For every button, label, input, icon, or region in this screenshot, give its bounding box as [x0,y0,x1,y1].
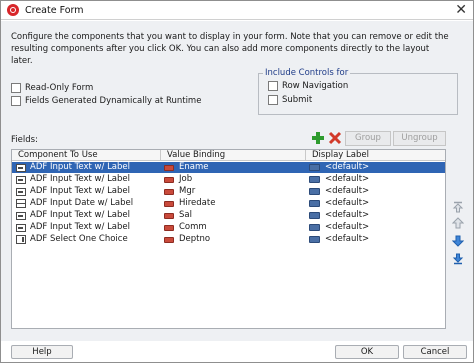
app-logo-icon [7,4,19,16]
component-cell: ADF Select One Choice [30,234,128,244]
display-label-cell: <default> [325,210,370,220]
column-header-component[interactable]: Component To Use [12,150,161,161]
ok-button[interactable]: OK [335,345,399,359]
display-label-cell: <default> [325,162,370,172]
input-text-icon [16,211,26,220]
table-row[interactable]: ADF Input Text w/ Label Ename <default> [12,162,445,173]
component-cell: ADF Input Text w/ Label [30,210,131,220]
table-row[interactable]: ADF Input Text w/ Label Sal <default> [12,210,445,221]
binding-cell: Job [179,174,193,184]
dialog-content: Configure the components that you want t… [1,21,473,341]
component-cell: ADF Input Text w/ Label [30,162,131,172]
help-button[interactable]: Help [11,345,73,359]
binding-cell: Deptno [179,234,211,244]
binding-cell: Hiredate [179,198,216,208]
read-only-option[interactable]: Read-Only Form [11,83,93,93]
table-row[interactable]: ADF Input Text w/ Label Mgr <default> [12,186,445,197]
label-icon [309,164,320,171]
dynamic-fields-checkbox[interactable] [11,96,21,106]
label-icon [309,176,320,183]
submit-checkbox[interactable] [268,95,278,105]
submit-label: Submit [282,95,313,105]
create-form-dialog: Create Form ✕ Configure the components t… [0,0,474,363]
move-up-icon[interactable] [452,217,464,229]
column-header-display-label[interactable]: Display Label [306,150,445,161]
component-cell: ADF Input Text w/ Label [30,174,131,184]
label-icon [309,188,320,195]
window-title: Create Form [25,5,84,16]
input-text-icon [16,223,26,232]
close-icon[interactable]: ✕ [455,2,467,18]
table-row[interactable]: ADF Select One Choice Deptno <default> [12,234,445,245]
label-icon [309,200,320,207]
include-controls-legend: Include Controls for [263,68,351,78]
move-to-top-icon[interactable] [452,201,464,213]
row-navigation-checkbox[interactable] [268,81,278,91]
fields-label: Fields: [11,135,38,145]
read-only-label: Read-Only Form [25,83,94,93]
title-bar: Create Form ✕ [1,1,473,20]
dynamic-fields-label: Fields Generated Dynamically at Runtime [25,96,202,106]
display-label-cell: <default> [325,198,370,208]
table-row[interactable]: ADF Input Date w/ Label Hiredate <defaul… [12,198,445,209]
dynamic-fields-option[interactable]: Fields Generated Dynamically at Runtime [11,96,201,106]
binding-icon [164,188,174,195]
ungroup-button[interactable]: Ungroup [393,131,446,146]
binding-icon [164,224,174,231]
display-label-cell: <default> [325,174,370,184]
table-header: Component To Use Value Binding Display L… [12,150,445,161]
move-to-bottom-icon[interactable] [452,253,464,265]
component-cell: ADF Input Date w/ Label [30,198,134,208]
cancel-button[interactable]: Cancel [403,345,467,359]
binding-cell: Ename [179,162,209,172]
dialog-description: Configure the components that you want t… [11,32,449,66]
binding-icon [164,212,174,219]
move-down-icon[interactable] [452,235,464,247]
display-label-cell: <default> [325,234,370,244]
row-navigation-option[interactable]: Row Navigation [268,81,348,91]
include-controls-group: Include Controls for Row Navigation Subm… [258,68,458,115]
table-row[interactable]: ADF Input Text w/ Label Job <default> [12,174,445,185]
row-navigation-label: Row Navigation [282,81,349,91]
add-field-icon[interactable] [311,131,325,145]
label-icon [309,212,320,219]
binding-cell: Comm [179,222,207,232]
binding-cell: Sal [179,210,192,220]
binding-cell: Mgr [179,186,196,196]
submit-option[interactable]: Submit [268,95,312,105]
component-cell: ADF Input Text w/ Label [30,222,131,232]
column-header-binding[interactable]: Value Binding [161,150,306,161]
input-text-icon [16,187,26,196]
binding-icon [164,236,174,243]
select-choice-icon [16,235,26,244]
binding-icon [164,164,174,171]
input-date-icon [16,199,26,208]
fields-table: Component To Use Value Binding Display L… [11,149,446,329]
input-text-icon [16,163,26,172]
input-text-icon [16,175,26,184]
display-label-cell: <default> [325,186,370,196]
binding-icon [164,176,174,183]
table-row[interactable]: ADF Input Text w/ Label Comm <default> [12,222,445,233]
read-only-checkbox[interactable] [11,83,21,93]
label-icon [309,224,320,231]
display-label-cell: <default> [325,222,370,232]
binding-icon [164,200,174,207]
component-cell: ADF Input Text w/ Label [30,186,131,196]
label-icon [309,236,320,243]
delete-field-icon[interactable] [328,131,342,145]
group-button[interactable]: Group [345,131,391,146]
